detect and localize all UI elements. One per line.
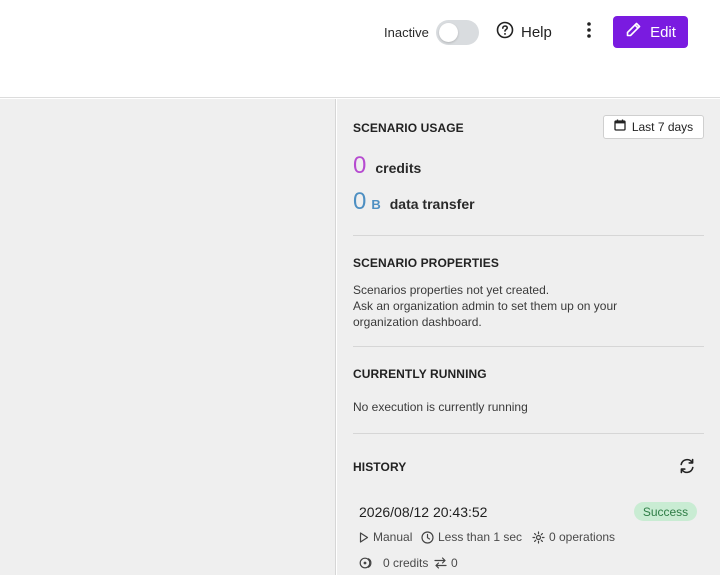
properties-line-3: organization dashboard. <box>353 315 482 329</box>
date-range-button[interactable]: Last 7 days <box>603 115 704 139</box>
transfer-unit: B <box>371 197 381 212</box>
transfer-used-label: 0 <box>451 556 458 570</box>
credits-used-label: 0 credits <box>383 556 429 570</box>
operations-label: 0 operations <box>549 530 616 544</box>
play-icon <box>359 531 369 543</box>
transfer-value: 0 <box>353 188 367 215</box>
divider <box>353 235 704 236</box>
transfer-label: data transfer <box>389 196 475 212</box>
refresh-button[interactable] <box>678 457 696 475</box>
pencil-icon <box>625 21 642 43</box>
properties-line-1: Scenarios properties not yet created. <box>353 283 550 297</box>
history-duration: Less than 1 sec <box>421 530 522 544</box>
duration-label: Less than 1 sec <box>438 530 523 544</box>
divider <box>353 433 704 434</box>
help-label: Help <box>521 23 552 41</box>
status-toggle-group: Inactive <box>384 19 479 45</box>
history-transfer: 0 <box>434 556 458 570</box>
help-button[interactable]: Help <box>496 20 552 44</box>
toggle-knob <box>438 22 458 42</box>
canvas-area <box>0 99 336 575</box>
history-operations: 0 operations <box>532 530 615 544</box>
usage-title: SCENARIO USAGE <box>353 121 464 135</box>
kebab-menu-icon <box>587 21 591 43</box>
properties-title: SCENARIO PROPERTIES <box>353 256 499 270</box>
credits-value: 0 <box>353 152 367 179</box>
gear-icon <box>532 530 545 544</box>
status-badge: Success <box>634 502 697 521</box>
history-item[interactable]: 2026/08/12 20:43:52 Success Manual Less … <box>353 491 704 575</box>
trigger-label: Manual <box>373 530 413 544</box>
history-credits: 0 credits <box>359 556 428 570</box>
history-timestamp: 2026/08/12 20:43:52 <box>359 504 488 520</box>
history-title: HISTORY <box>353 460 407 474</box>
coins-icon <box>359 557 372 569</box>
more-options-button[interactable] <box>579 20 599 44</box>
edit-label: Edit <box>650 23 676 41</box>
credits-label: credits <box>375 160 422 176</box>
properties-line-2: Ask an organization admin to set them up… <box>353 299 618 313</box>
credits-usage: 0 credits <box>353 152 421 180</box>
running-title: CURRENTLY RUNNING <box>353 367 487 381</box>
refresh-icon <box>678 458 696 479</box>
edit-button[interactable]: Edit <box>613 16 688 48</box>
status-label: Inactive <box>384 24 429 40</box>
divider <box>353 346 704 347</box>
active-toggle[interactable] <box>435 19 479 45</box>
clock-icon <box>421 530 434 544</box>
history-trigger: Manual <box>359 530 412 544</box>
top-bar: Inactive Help Edit <box>0 0 720 98</box>
transfer-usage: 0 B data transfer <box>353 188 475 216</box>
help-circle-icon <box>496 21 514 44</box>
date-range-label: Last 7 days <box>631 120 694 134</box>
details-panel: SCENARIO USAGE Last 7 days 0 credits 0 B… <box>337 99 720 575</box>
transfer-arrows-icon <box>434 557 447 569</box>
running-text: No execution is currently running <box>353 400 528 414</box>
calendar-icon <box>614 118 626 136</box>
